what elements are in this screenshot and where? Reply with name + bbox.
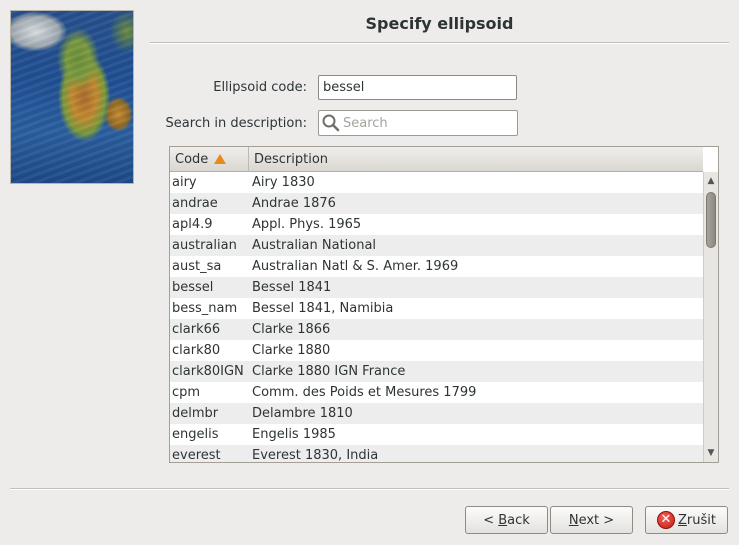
next-mnemonic: N (568, 512, 579, 528)
search-icon (322, 114, 340, 132)
cell-code: airy (172, 175, 197, 190)
next-button[interactable]: Next > (550, 506, 633, 534)
back-prefix: < (483, 512, 499, 528)
cell-description: Appl. Phys. 1965 (252, 217, 362, 232)
cell-code: clark80IGN (172, 364, 244, 379)
cell-description: Clarke 1866 (252, 322, 331, 337)
table-body: airy Airy 1830 andrae Andrae 1876 apl4.9 Appl… (170, 172, 704, 462)
search-field[interactable] (318, 110, 518, 136)
cell-description: Australian Natl & S. Amer. 1969 (252, 259, 459, 274)
cancel-button[interactable]: ✕ Zrušit (645, 506, 728, 534)
world-map-image (10, 10, 134, 184)
table-row[interactable]: clark80 Clarke 1880 (170, 340, 704, 361)
table-row[interactable]: australian Australian National (170, 235, 704, 256)
table-row[interactable]: everest Everest 1830, India (170, 445, 704, 462)
table-row[interactable]: aust_sa Australian Natl & S. Amer. 1969 (170, 256, 704, 277)
table-row[interactable]: delmbr Delambre 1810 (170, 403, 704, 424)
cell-description: Andrae 1876 (252, 196, 336, 211)
table-row[interactable]: clark66 Clarke 1866 (170, 319, 704, 340)
table-header: Code Description (170, 147, 704, 172)
table-row[interactable]: airy Airy 1830 (170, 172, 704, 193)
next-label: ext > (578, 512, 615, 528)
ellipsoid-code-label: Ellipsoid code: (213, 80, 307, 95)
bottom-divider (10, 488, 729, 490)
cell-code: bessel (172, 280, 214, 295)
cancel-icon: ✕ (657, 511, 675, 529)
sort-ascending-icon (214, 153, 227, 164)
cell-code: engelis (172, 427, 219, 442)
cell-code: clark80 (172, 343, 221, 358)
table-row[interactable]: engelis Engelis 1985 (170, 424, 704, 445)
ellipsoid-code-input[interactable] (318, 75, 517, 100)
cell-code: clark66 (172, 322, 221, 337)
cell-description: Bessel 1841 (252, 280, 332, 295)
search-input[interactable] (341, 112, 517, 134)
back-mnemonic: B (498, 512, 508, 528)
cancel-mnemonic: Z (678, 512, 687, 528)
table-row[interactable]: clark80IGN Clarke 1880 IGN France (170, 361, 704, 382)
cell-code: bess_nam (172, 301, 238, 316)
cell-description: Everest 1830, India (252, 448, 379, 462)
vertical-scrollbar[interactable]: ▲ ▼ (703, 172, 718, 462)
title-divider (150, 42, 729, 44)
header-corner (703, 147, 718, 172)
cell-code: australian (172, 238, 237, 253)
cell-description: Australian National (252, 238, 377, 253)
column-header-code-label: Code (175, 152, 209, 167)
table-row[interactable]: andrae Andrae 1876 (170, 193, 704, 214)
cell-description: Bessel 1841, Namibia (252, 301, 394, 316)
table-row[interactable]: cpm Comm. des Poids et Mesures 1799 (170, 382, 704, 403)
cell-description: Clarke 1880 IGN France (252, 364, 406, 379)
column-header-description-label: Description (254, 152, 329, 167)
scrollbar-thumb[interactable] (706, 192, 716, 248)
cell-code: aust_sa (172, 259, 222, 274)
table-row[interactable]: bessel Bessel 1841 (170, 277, 704, 298)
cell-code: apl4.9 (172, 217, 213, 232)
map-texture (11, 11, 133, 183)
cell-description: Airy 1830 (252, 175, 315, 190)
cell-description: Delambre 1810 (252, 406, 353, 421)
column-header-description[interactable]: Description (249, 147, 704, 172)
cell-code: everest (172, 448, 221, 462)
cell-code: delmbr (172, 406, 219, 421)
back-label: ack (507, 512, 530, 528)
search-description-label: Search in description: (165, 116, 307, 131)
ellipsoid-table: Code Description airy Airy 1830 andrae Andr… (169, 146, 719, 463)
cell-description: Engelis 1985 (252, 427, 336, 442)
page-title: Specify ellipsoid (365, 14, 514, 33)
cell-code: cpm (172, 385, 201, 400)
cell-description: Clarke 1880 (252, 343, 331, 358)
scroll-down-icon[interactable]: ▼ (704, 446, 718, 460)
table-row[interactable]: apl4.9 Appl. Phys. 1965 (170, 214, 704, 235)
cancel-label: rušit (686, 512, 716, 528)
table-row[interactable]: bess_nam Bessel 1841, Namibia (170, 298, 704, 319)
column-header-code[interactable]: Code (170, 147, 249, 172)
cell-description: Comm. des Poids et Mesures 1799 (252, 385, 477, 400)
back-button[interactable]: < Back (465, 506, 548, 534)
cell-code: andrae (172, 196, 218, 211)
scroll-up-icon[interactable]: ▲ (704, 174, 718, 188)
